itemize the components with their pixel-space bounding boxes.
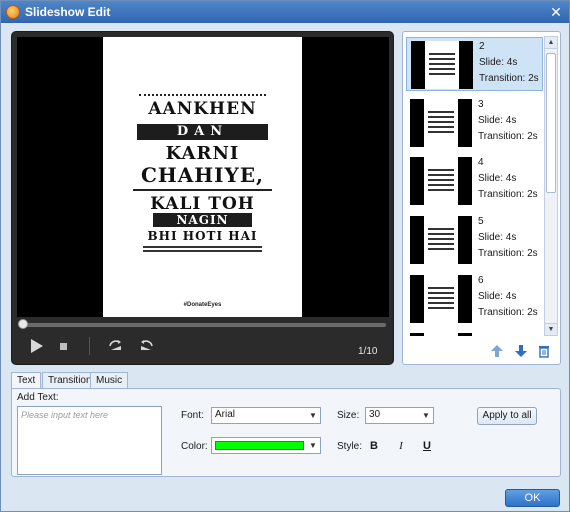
tab-text[interactable]: Text <box>11 372 42 389</box>
slide-list: 2 Slide: 4s Transition: 2s 3 Slide: 4s T… <box>403 32 544 336</box>
color-label: Color: <box>181 441 208 452</box>
ok-button[interactable]: OK <box>505 489 560 507</box>
stop-icon[interactable] <box>60 343 67 350</box>
slide-number: 5 <box>478 216 484 227</box>
title-bar[interactable]: Slideshow Edit ✕ <box>1 1 569 23</box>
font-value: Arial <box>215 409 236 420</box>
slide-item[interactable]: 6 Slide: 4s Transition: 2s <box>406 272 543 326</box>
seek-handle[interactable] <box>18 319 28 329</box>
close-icon[interactable]: ✕ <box>547 4 565 20</box>
poster-line-3: KARNI <box>165 143 240 164</box>
poster-wave <box>143 246 262 252</box>
slide-number: 2 <box>479 41 485 52</box>
slide-duration: Slide: 4s <box>479 57 518 68</box>
font-select[interactable]: Arial ▼ <box>211 407 321 424</box>
slide-number: 3 <box>478 99 484 110</box>
slide-duration: Slide: 4s <box>478 115 517 126</box>
scroll-up-arrow-icon[interactable]: ▲ <box>545 37 557 49</box>
trash-icon[interactable] <box>537 344 551 358</box>
slide-list-panel: 2 Slide: 4s Transition: 2s 3 Slide: 4s T… <box>402 31 561 365</box>
poster-line-2: DAN <box>176 124 229 139</box>
move-down-icon[interactable] <box>514 344 528 358</box>
seek-bar[interactable] <box>20 323 386 327</box>
slide-duration: Slide: 4s <box>478 232 517 243</box>
tab-music[interactable]: Music <box>90 372 129 388</box>
poster-line-5: KALI TOH <box>150 194 255 214</box>
poster-banner-1: DAN <box>137 124 268 140</box>
slide-item[interactable]: 5 Slide: 4s Transition: 2s <box>406 213 543 267</box>
poster-hashtag: #DonateEyes <box>183 302 222 308</box>
apply-to-all-button[interactable]: Apply to all <box>477 407 537 425</box>
poster-line-7: BHI HOTI HAI <box>147 229 258 243</box>
preview-player: AANKHEN DAN KARNI CHAHIYE, KALI TOH NAGI… <box>11 31 394 365</box>
size-select[interactable]: 30 ▼ <box>365 407 434 424</box>
slide-thumbnail <box>410 99 472 147</box>
chevron-down-icon: ▼ <box>309 411 317 420</box>
slide-transition: Transition: 2s <box>478 131 538 142</box>
slide-thumbnail <box>410 275 472 323</box>
slide-item[interactable]: 4 Slide: 4s Transition: 2s <box>406 154 543 208</box>
slide-item[interactable]: 2 Slide: 4s Transition: 2s <box>406 37 543 91</box>
poster-line-6: NAGIN <box>176 213 229 227</box>
scroll-down-arrow-icon[interactable]: ▼ <box>545 323 557 335</box>
scrollbar-thumb[interactable] <box>546 53 556 193</box>
app-icon <box>6 5 20 19</box>
font-label: Font: <box>181 410 204 421</box>
text-tab-panel: Add Text: Please input text here Font: A… <box>11 388 561 477</box>
size-label: Size: <box>337 410 360 421</box>
control-divider <box>89 337 90 355</box>
color-select[interactable]: ▼ <box>211 437 321 454</box>
poster-dotted-rule <box>139 94 266 96</box>
slide-number: 4 <box>478 157 484 168</box>
slide-transition: Transition: 2s <box>478 307 538 318</box>
slide-thumbnail <box>410 157 472 205</box>
style-label: Style: <box>337 441 363 452</box>
move-up-icon[interactable] <box>490 344 504 358</box>
preview-screen: AANKHEN DAN KARNI CHAHIYE, KALI TOH NAGI… <box>17 37 389 317</box>
poster-line-4: CHAHIYE, <box>140 163 265 187</box>
slide-item-partial[interactable] <box>406 330 543 336</box>
poster-rule <box>133 189 272 191</box>
slide-transition: Transition: 2s <box>478 189 538 200</box>
slide-thumbnail <box>411 41 473 89</box>
add-text-label: Add Text: <box>17 392 59 403</box>
bold-button[interactable]: B <box>367 439 381 453</box>
poster-banner-2: NAGIN <box>153 213 252 227</box>
italic-button[interactable]: I <box>394 439 408 453</box>
add-text-input[interactable]: Please input text here <box>17 406 162 475</box>
slide-duration: Slide: 4s <box>478 173 517 184</box>
slide-transition: Transition: 2s <box>479 73 539 84</box>
slide-thumbnail <box>410 333 472 336</box>
slide-thumbnail <box>410 216 472 264</box>
slide-item[interactable]: 3 Slide: 4s Transition: 2s <box>406 96 543 150</box>
slide-preview-image: AANKHEN DAN KARNI CHAHIYE, KALI TOH NAGI… <box>103 37 302 317</box>
chevron-down-icon: ▼ <box>422 411 430 420</box>
poster-line-1: AANKHEN <box>148 99 257 119</box>
slide-list-scrollbar[interactable]: ▲ ▼ <box>544 36 558 336</box>
color-swatch <box>215 441 304 450</box>
chevron-down-icon: ▼ <box>309 441 317 450</box>
size-value: 30 <box>369 409 381 420</box>
rotate-left-icon[interactable] <box>108 339 124 353</box>
underline-button[interactable]: U <box>420 439 434 453</box>
slideshow-edit-window: Slideshow Edit ✕ AANKHEN DAN KARNI CHAHI… <box>0 0 570 512</box>
rotate-right-icon[interactable] <box>138 339 154 353</box>
play-icon[interactable] <box>30 338 44 354</box>
window-title: Slideshow Edit <box>25 5 111 19</box>
slide-duration: Slide: 4s <box>478 291 517 302</box>
slide-counter: 1/10 <box>358 346 378 357</box>
slide-number: 6 <box>478 275 484 286</box>
slide-transition: Transition: 2s <box>478 248 538 259</box>
